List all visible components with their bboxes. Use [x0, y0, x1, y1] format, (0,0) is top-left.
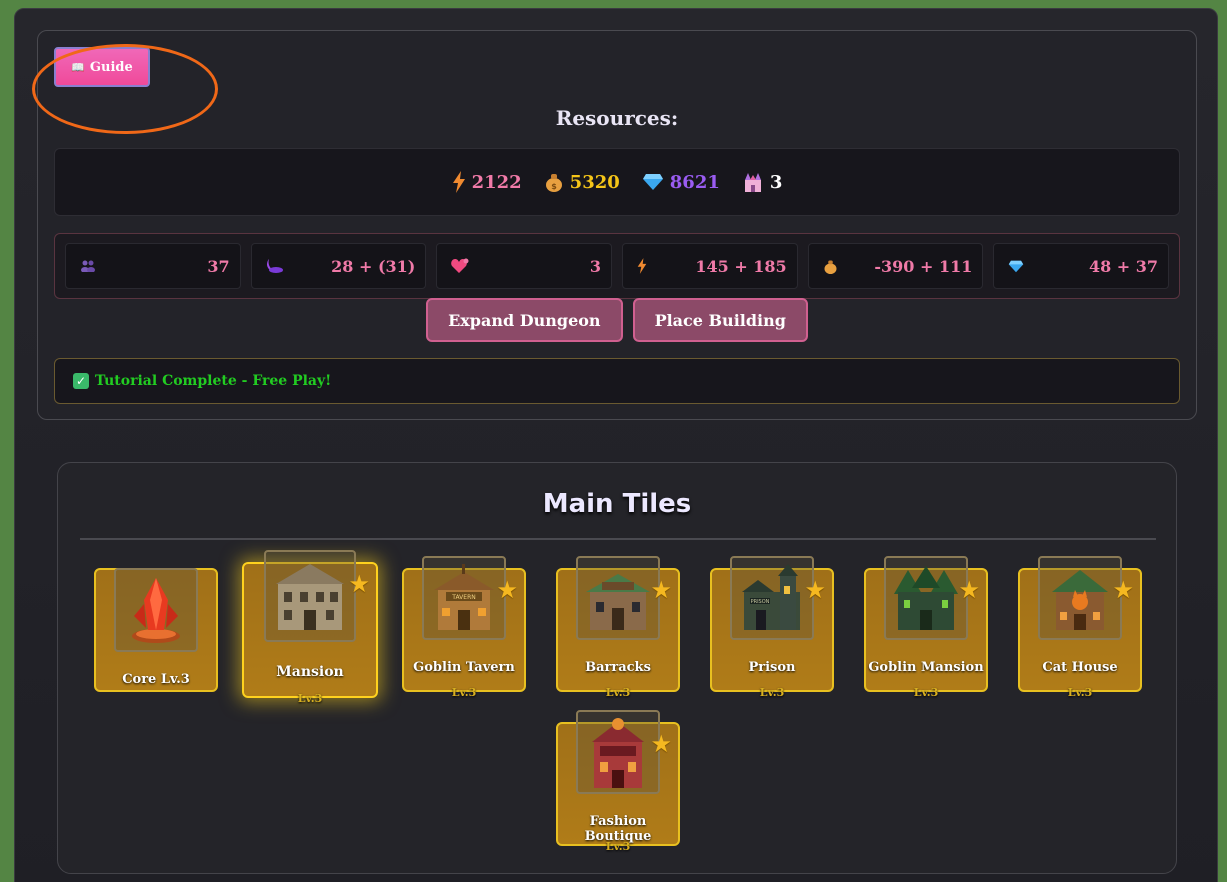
tile-level: Lv.3 — [451, 686, 477, 699]
tile-level: Lv.3 — [1067, 686, 1093, 699]
goblin-mansion-icon — [894, 566, 958, 630]
game-window: 📖 Guide Resources: 2122 $ 5320 8621 3 37… — [14, 8, 1218, 882]
tile-cat-house[interactable]: ★ Cat House Lv.3 — [1018, 556, 1142, 699]
cat-house-icon — [1052, 570, 1108, 630]
tile-level: Lv.3 — [605, 686, 631, 699]
svg-text:PRISON: PRISON — [751, 599, 770, 605]
star-icon: ★ — [650, 576, 672, 604]
tile-goblin-mansion[interactable]: ★ Goblin Mansion Lv.3 — [864, 556, 988, 699]
star-icon: ★ — [496, 576, 518, 604]
tile-name: Mansion — [276, 664, 344, 680]
star-icon: ★ — [1112, 576, 1134, 604]
population-icon — [81, 260, 95, 272]
castle-value: 3 — [769, 171, 783, 193]
tile-thumbnail — [576, 710, 660, 794]
gem-resource: 8621 — [642, 172, 720, 193]
star-icon: ★ — [958, 576, 980, 604]
gold-resource: $ 5320 — [544, 172, 620, 193]
main-tiles-title: Main Tiles — [542, 489, 692, 519]
energy-icon — [637, 258, 647, 274]
boutique-icon — [592, 718, 644, 788]
tile-thumbnail: TAVERN — [422, 556, 506, 640]
tile-thumbnail: PRISON — [730, 556, 814, 640]
tile-name: Barracks — [585, 660, 651, 675]
tile-barracks[interactable]: ★ Barracks Lv.3 — [556, 556, 680, 699]
star-icon: ★ — [650, 730, 672, 758]
stats-row: 37 28 + (31) 3 145 + 185 -390 + 111 48 +… — [54, 233, 1180, 299]
resources-panel: 📖 Guide Resources: 2122 $ 5320 8621 3 37… — [32, 30, 1197, 420]
checkmark-icon: ✓ — [73, 373, 89, 389]
stat-hearts: 3 — [436, 243, 613, 289]
moon-icon — [266, 259, 283, 273]
gem-icon — [1009, 260, 1024, 272]
svg-text:TAVERN: TAVERN — [451, 594, 475, 601]
stat-moon: 28 + (31) — [250, 243, 427, 289]
tile-goblin-tavern[interactable]: TAVERN ★ Goblin Tavern Lv.3 — [402, 556, 526, 699]
prison-icon: PRISON — [742, 564, 800, 630]
castle-resource: 3 — [742, 171, 783, 193]
stat-gold: -390 + 111 — [807, 243, 984, 289]
tile-mansion[interactable]: ★ Mansion Lv.3 — [242, 550, 378, 705]
stat-value: 28 + (31) — [331, 256, 416, 276]
divider — [80, 538, 1156, 540]
tile-level: Lv.3 — [297, 692, 323, 705]
main-tiles-panel: Main Tiles Core Lv.3 ★ Mansion Lv.3 TAVE… — [57, 462, 1177, 874]
stat-value: 48 + 37 — [1088, 256, 1159, 276]
tile-thumbnail — [1038, 556, 1122, 640]
expand-dungeon-button[interactable]: Expand Dungeon — [426, 298, 623, 342]
star-icon: ★ — [348, 570, 370, 598]
action-buttons: Expand Dungeon Place Building — [38, 298, 1196, 342]
resource-bar: 2122 $ 5320 8621 3 — [54, 148, 1180, 216]
gold-bag-icon — [824, 260, 837, 274]
castle-icon — [744, 173, 761, 192]
gold-bag-icon: $ — [545, 174, 562, 192]
tile-name: Goblin Tavern — [413, 660, 515, 675]
tile-name: Prison — [748, 660, 796, 675]
gold-value: 5320 — [569, 171, 620, 193]
energy-resource: 2122 — [452, 171, 522, 193]
stat-population: 37 — [65, 243, 241, 289]
tile-thumbnail — [884, 556, 968, 640]
tutorial-status-text: Tutorial Complete - Free Play! — [95, 373, 332, 389]
tile-thumbnail — [576, 556, 660, 640]
tavern-icon: TAVERN — [434, 564, 494, 630]
gem-value: 8621 — [669, 171, 720, 193]
tile-fashion-boutique[interactable]: ★ Fashion Boutique Lv.3 — [556, 710, 680, 853]
stat-value: 37 — [207, 256, 230, 276]
tile-name: Goblin Mansion — [868, 660, 984, 675]
tile-level: Lv.3 — [913, 686, 939, 699]
energy-icon — [452, 171, 465, 193]
svg-text:$: $ — [551, 182, 557, 191]
star-icon: ★ — [804, 576, 826, 604]
guide-label: Guide — [89, 59, 133, 75]
stat-value: 3 — [589, 256, 602, 276]
tile-thumbnail — [114, 568, 198, 652]
heart-icon — [451, 258, 469, 273]
crystal-core-icon — [132, 578, 180, 643]
tutorial-status-bar: ✓ Tutorial Complete - Free Play! — [54, 358, 1180, 404]
tile-level: Lv.3 — [605, 840, 631, 853]
book-icon: 📖 — [71, 60, 85, 74]
gem-icon — [642, 174, 663, 190]
tile-prison[interactable]: PRISON ★ Prison Lv.3 — [710, 556, 834, 699]
tile-name: Cat House — [1042, 660, 1118, 675]
stat-gems: 48 + 37 — [993, 243, 1170, 289]
tile-thumbnail — [264, 550, 356, 642]
stat-value: 145 + 185 — [695, 256, 787, 276]
place-building-button[interactable]: Place Building — [632, 298, 808, 342]
tile-core[interactable]: Core Lv.3 — [94, 568, 218, 692]
resources-title: Resources: — [555, 106, 679, 130]
tile-level: Lv.3 — [759, 686, 785, 699]
mansion-icon — [276, 564, 344, 630]
stat-energy: 145 + 185 — [622, 243, 798, 289]
stat-value: -390 + 111 — [874, 256, 973, 276]
energy-value: 2122 — [471, 171, 522, 193]
tile-name: Core Lv.3 — [122, 672, 190, 687]
guide-button[interactable]: 📖 Guide — [54, 47, 150, 87]
barracks-icon — [586, 574, 650, 630]
